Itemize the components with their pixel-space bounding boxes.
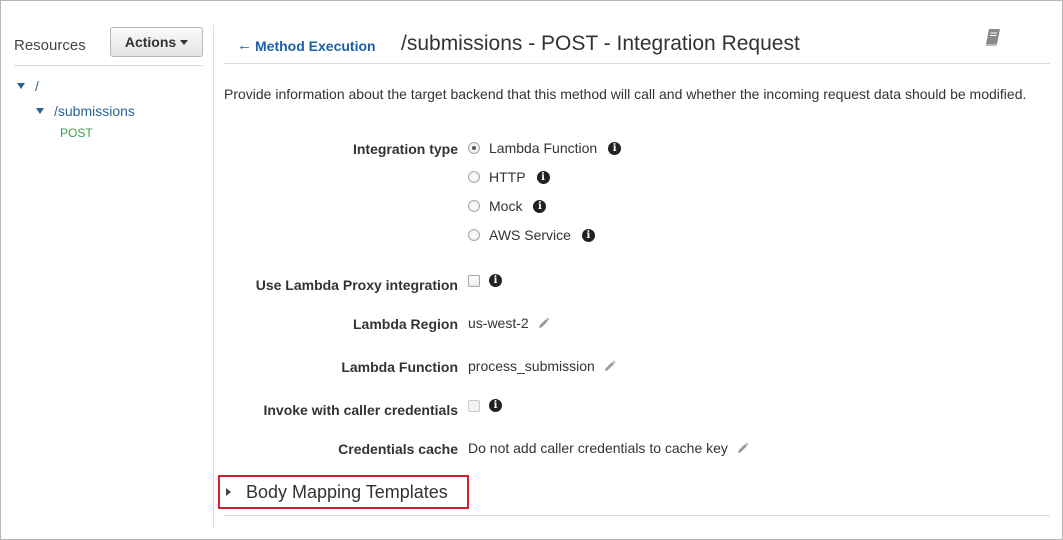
pencil-icon[interactable] — [736, 442, 749, 455]
option-label: AWS Service — [489, 227, 571, 243]
page-description: Provide information about the target bac… — [224, 86, 1027, 102]
lambda-function-label: Lambda Function — [341, 359, 458, 375]
info-icon[interactable]: i — [533, 199, 547, 213]
expand-arrow-icon[interactable] — [36, 108, 44, 114]
page-header: ← Method Execution /submissions - POST -… — [224, 25, 1050, 64]
book-icon[interactable] — [984, 27, 1002, 47]
pencil-icon[interactable] — [537, 317, 550, 330]
page-title: /submissions - POST - Integration Reques… — [401, 32, 800, 55]
resources-header: Resources Actions — [14, 26, 203, 66]
lambda-function-row: process_submission — [468, 358, 616, 374]
radio-http[interactable] — [468, 171, 480, 183]
info-icon[interactable]: i — [489, 274, 502, 287]
integration-type-label: Integration type — [352, 141, 458, 157]
lambda-function-value: process_submission — [468, 358, 595, 374]
actions-button[interactable]: Actions — [110, 27, 203, 57]
option-label: Lambda Function — [489, 140, 598, 156]
proxy-integration-label: Use Lambda Proxy integration — [255, 277, 458, 293]
tree-node-root[interactable]: / — [17, 78, 39, 94]
radio-lambda-function[interactable] — [468, 142, 480, 154]
radio-aws-service[interactable] — [468, 229, 480, 241]
credentials-cache-row: Do not add caller credentials to cache k… — [468, 440, 749, 456]
method-execution-link[interactable]: ← Method Execution — [237, 37, 376, 54]
credentials-cache-value: Do not add caller credentials to cache k… — [468, 440, 728, 456]
tree-method-post[interactable]: POST — [60, 126, 93, 140]
resources-title: Resources — [14, 37, 86, 54]
invoke-credentials-checkbox[interactable] — [468, 399, 480, 412]
proxy-integration-checkbox[interactable] — [468, 274, 480, 287]
info-icon[interactable]: i — [536, 170, 550, 184]
tree-node-submissions-label: /submissions — [54, 103, 135, 119]
integration-option-mock[interactable]: Mock i — [468, 198, 547, 214]
body-mapping-templates-toggle[interactable]: Body Mapping Templates — [218, 475, 469, 509]
lambda-region-row: us-west-2 — [468, 315, 550, 331]
invoke-credentials-row: i — [468, 399, 502, 412]
body-mapping-templates-label: Body Mapping Templates — [246, 481, 448, 502]
expand-arrow-icon[interactable] — [17, 83, 25, 89]
integration-request-panel: ← Method Execution /submissions - POST -… — [214, 0, 1063, 540]
integration-option-lambda[interactable]: Lambda Function i — [468, 140, 622, 156]
integration-option-aws-service[interactable]: AWS Service i — [468, 227, 595, 243]
integration-option-http[interactable]: HTTP i — [468, 169, 550, 185]
lambda-region-label: Lambda Region — [352, 316, 458, 332]
arrow-left-icon: ← — [237, 37, 252, 54]
invoke-credentials-label: Invoke with caller credentials — [263, 402, 458, 418]
actions-label: Actions — [124, 34, 177, 50]
section-divider — [224, 515, 1050, 516]
info-icon[interactable]: i — [608, 141, 622, 155]
info-icon[interactable]: i — [581, 228, 595, 242]
pencil-icon[interactable] — [603, 360, 616, 373]
tree-node-submissions[interactable]: /submissions — [36, 103, 135, 119]
info-icon[interactable]: i — [489, 399, 502, 412]
radio-mock[interactable] — [468, 200, 480, 212]
credentials-cache-label: Credentials cache — [338, 441, 458, 457]
tree-node-root-label: / — [35, 78, 39, 94]
option-label: Mock — [489, 198, 523, 214]
chevron-down-icon — [180, 39, 189, 45]
option-label: HTTP — [489, 169, 526, 185]
resources-panel: Resources Actions / /submissions POST — [0, 0, 214, 540]
caret-right-icon — [226, 488, 231, 496]
proxy-integration-row: i — [468, 274, 502, 287]
lambda-region-value: us-west-2 — [468, 315, 529, 331]
back-link-label: Method Execution — [255, 37, 376, 54]
